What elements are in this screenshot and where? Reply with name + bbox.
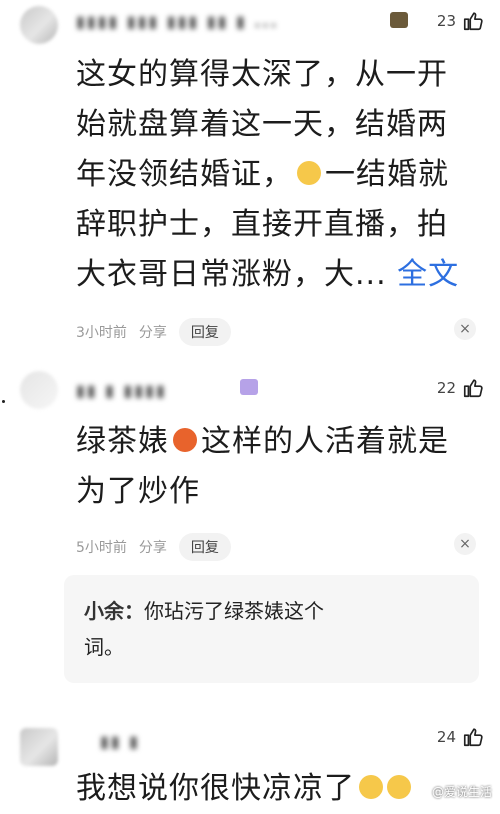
user-badge-icon <box>240 379 258 395</box>
avatar[interactable] <box>20 371 58 409</box>
comment-line: 年没领结婚证， 一结婚就 <box>76 157 449 192</box>
reply-text: 你玷污了绿茶婊这个 <box>144 599 324 623</box>
comment-3: ▮▮ ▮ 24 我想说你很快凉凉了 <box>0 718 500 806</box>
devil-emoji-icon <box>173 427 197 452</box>
avatar[interactable] <box>20 6 58 44</box>
comment-meta: 3小时前 分享 回复 <box>76 318 231 346</box>
close-icon[interactable]: × <box>454 318 476 340</box>
like-button[interactable]: 24 <box>437 726 484 748</box>
reply-thread[interactable]: 小余：你玷污了绿茶婊这个 词。 <box>64 575 479 683</box>
share-button[interactable]: 分享 <box>139 537 167 557</box>
comment-2: ▮▮ ▮ ▮▮▮▮ 22 绿茶婊 这样的人活着就是 为了炒作 5小时前 分享 回复… <box>0 365 500 705</box>
expand-full-text-link[interactable]: 全文 <box>397 257 459 292</box>
thumb-up-icon <box>462 377 484 399</box>
laughing-emoji-icon <box>387 774 411 799</box>
like-button[interactable]: 23 <box>437 10 484 32</box>
reply-line: 词。 <box>84 635 124 659</box>
reply-line: 小余：你玷污了绿茶婊这个 <box>84 593 459 629</box>
close-icon[interactable]: × <box>454 533 476 555</box>
comment-meta: 5小时前 分享 回复 <box>76 533 231 561</box>
reply-button[interactable]: 回复 <box>178 318 231 346</box>
comment-text: 这女的算得太深了，从一开 始就盘算着这一天，结婚两 年没领结婚证， 一结婚就 辞职… <box>76 50 496 300</box>
watermark: @爱说生活 <box>431 785 492 799</box>
comment-line: 辞职护士，直接开直播，拍 <box>76 207 448 242</box>
comment-line: 我想说你很快凉凉了 <box>76 771 355 806</box>
comment-text: 绿茶婊 这样的人活着就是 为了炒作 <box>76 417 496 517</box>
avatar[interactable] <box>20 728 58 766</box>
like-count: 22 <box>436 379 456 397</box>
timestamp: 3小时前 <box>76 325 127 341</box>
share-button[interactable]: 分享 <box>139 322 167 342</box>
like-count: 24 <box>436 728 456 746</box>
comment-line: 为了炒作 <box>76 474 200 509</box>
comment-1: ▮▮▮▮ ▮▮▮ ▮▮▮ ▮▮ ▮ ... 23 这女的算得太深了，从一开 始就… <box>0 0 500 350</box>
username-blurred[interactable]: ▮▮ ▮ ▮▮▮▮ <box>76 381 236 400</box>
user-badge-icon <box>390 12 408 28</box>
comment-line: 这女的算得太深了，从一开 <box>76 57 448 92</box>
username-blurred[interactable]: ▮▮▮▮ ▮▮▮ ▮▮▮ ▮▮ ▮ ... <box>76 12 376 31</box>
comment-line: 始就盘算着这一天，结婚两 <box>76 107 448 142</box>
emoji-icon <box>297 160 321 185</box>
reply-button[interactable]: 回复 <box>178 533 231 561</box>
comment-line: 大衣哥日常涨粉，大... 全文 <box>76 257 460 292</box>
thumb-up-icon <box>462 726 484 748</box>
like-count: 23 <box>436 12 456 30</box>
comment-line: 绿茶婊 这样的人活着就是 <box>76 424 449 459</box>
username-blurred[interactable]: ▮▮ ▮ <box>100 732 160 751</box>
thumb-up-icon <box>462 10 484 32</box>
like-button[interactable]: 22 <box>437 377 484 399</box>
reply-author[interactable]: 小余： <box>84 599 144 623</box>
laughing-emoji-icon <box>359 774 383 799</box>
timestamp: 5小时前 <box>76 540 127 556</box>
